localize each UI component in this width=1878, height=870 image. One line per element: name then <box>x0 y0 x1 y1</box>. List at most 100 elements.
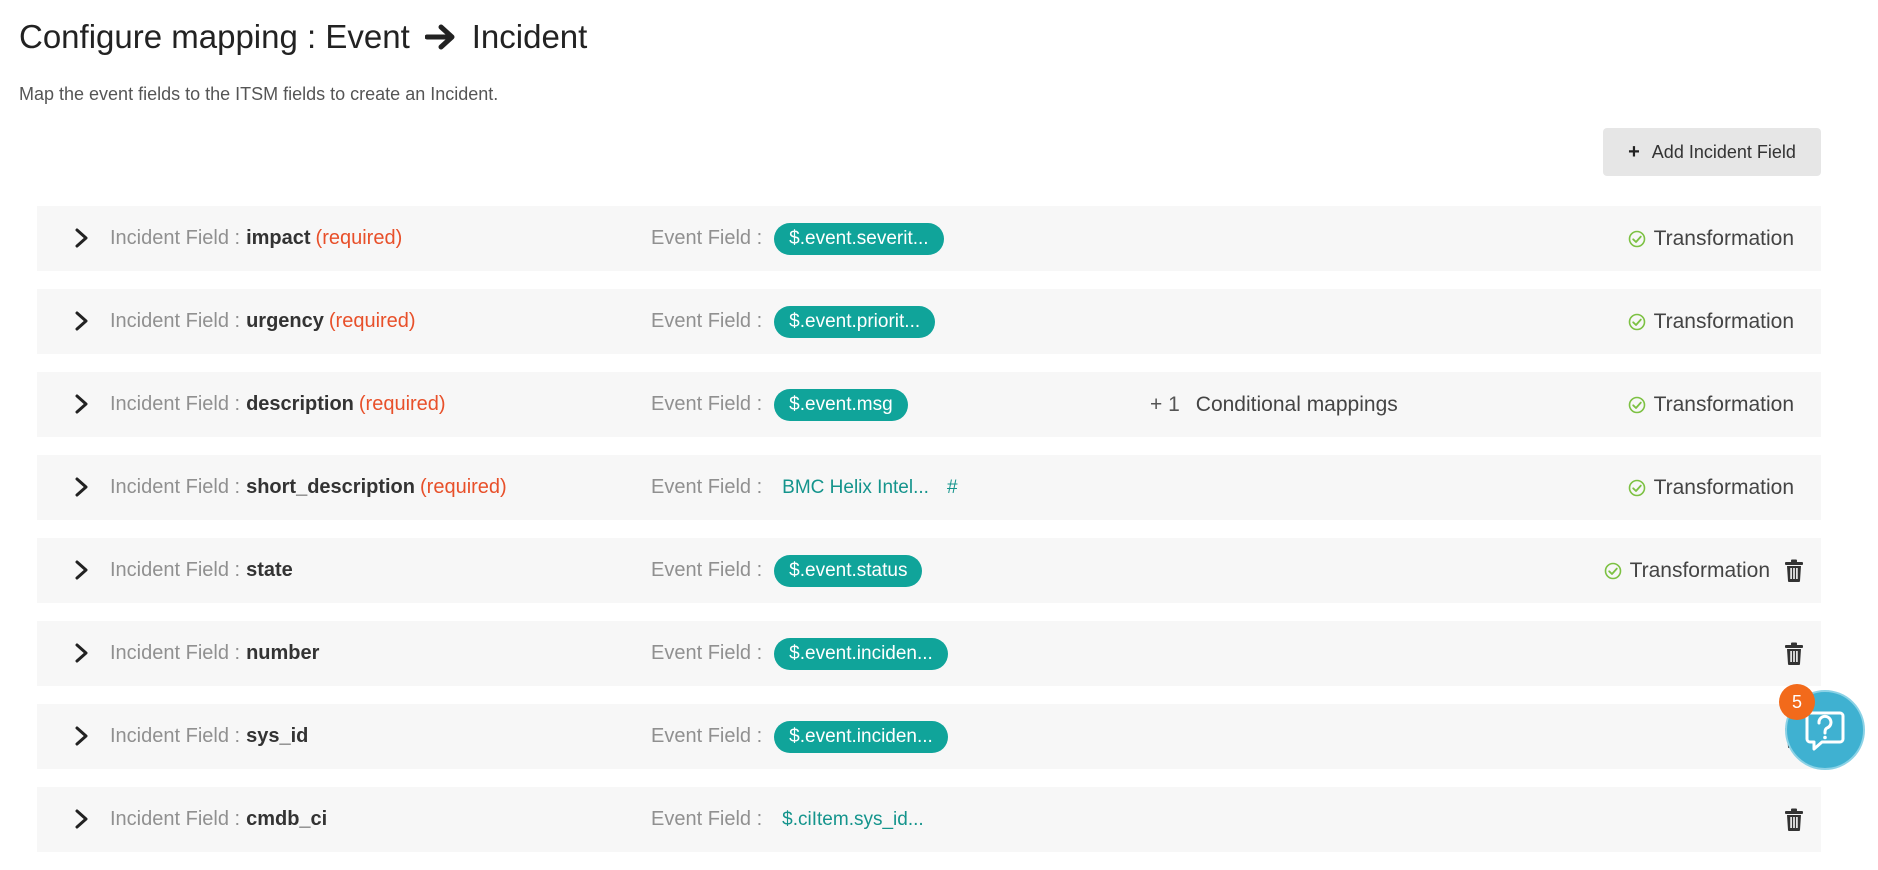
event-field-value[interactable]: BMC Helix Intel... <box>782 477 929 499</box>
incident-field-name: sys_id <box>246 725 309 747</box>
trash-icon[interactable] <box>1784 642 1804 666</box>
chevron-right-icon[interactable] <box>71 725 93 747</box>
transformation-label: Transformation <box>1653 226 1794 250</box>
check-circle-icon <box>1628 479 1645 496</box>
required-marker: (required) <box>328 310 416 332</box>
event-field-value[interactable]: $.event.inciden... <box>774 637 948 670</box>
incident-field: Incident Field : description (required) <box>110 372 446 437</box>
incident-field-label: Incident Field : <box>110 393 241 415</box>
chevron-right-icon[interactable] <box>71 476 93 498</box>
event-field: Event Field : BMC Helix Intel... # <box>651 455 958 520</box>
incident-field: Incident Field : impact (required) <box>110 206 402 271</box>
transformation-link[interactable]: Transformation <box>1628 289 1794 354</box>
transformation-label: Transformation <box>1653 475 1794 499</box>
page-title-prefix: Configure mapping : Event <box>19 18 410 55</box>
incident-field: Incident Field : short_description (requir… <box>110 455 507 520</box>
incident-field-label: Incident Field : <box>110 559 241 581</box>
event-field: Event Field : $.event.priorit... <box>651 289 936 354</box>
chevron-right-icon[interactable] <box>71 808 93 830</box>
page-title-suffix: Incident <box>471 18 588 55</box>
event-field-label: Event Field : <box>651 642 763 664</box>
transformation-label: Transformation <box>1653 309 1794 333</box>
incident-field-label: Incident Field : <box>110 476 241 498</box>
check-circle-icon <box>1604 562 1621 579</box>
notification-badge: 5 <box>1779 684 1815 720</box>
chevron-right-icon[interactable] <box>71 227 93 249</box>
incident-field-label: Incident Field : <box>110 310 241 332</box>
incident-field-name: urgency <box>246 310 324 332</box>
event-field: Event Field : $.event.severit... <box>651 206 944 271</box>
arrow-right-icon <box>422 20 460 54</box>
hash-icon[interactable]: # <box>947 477 958 499</box>
mapping-row: Incident Field : cmdb_ci Event Field : $.ci… <box>37 787 1821 852</box>
event-field-value[interactable]: $.event.msg <box>774 388 908 421</box>
event-field: Event Field : $.event.inciden... <box>651 621 948 686</box>
check-circle-icon <box>1628 230 1645 247</box>
mapping-list: Incident Field : impact (required) Event Fi… <box>37 206 1821 870</box>
event-field-label: Event Field : <box>651 725 763 747</box>
incident-field-label: Incident Field : <box>110 227 241 249</box>
mapping-row: Incident Field : urgency (required) Event F… <box>37 289 1821 354</box>
transformation-label: Transformation <box>1653 392 1794 416</box>
add-incident-field-button[interactable]: + Add Incident Field <box>1603 128 1821 176</box>
event-field-value[interactable]: $.event.inciden... <box>774 720 948 753</box>
event-field-label: Event Field : <box>651 310 763 332</box>
incident-field-label: Incident Field : <box>110 725 241 747</box>
incident-field-label: Incident Field : <box>110 808 241 830</box>
incident-field: Incident Field : cmdb_ci <box>110 787 332 852</box>
chevron-right-icon[interactable] <box>71 393 93 415</box>
incident-field-name: description <box>246 393 354 415</box>
incident-field-name: cmdb_ci <box>246 808 328 830</box>
event-field-value[interactable]: $.ciItem.sys_id... <box>782 809 924 831</box>
required-marker: (required) <box>420 476 507 498</box>
incident-field-name: impact <box>246 227 311 249</box>
page-title: Configure mapping : Event Incident <box>19 18 587 56</box>
event-field: Event Field : $.event.inciden... <box>651 704 948 769</box>
incident-field: Incident Field : state <box>110 538 298 603</box>
mapping-row: Incident Field : state Event Field : $.even… <box>37 538 1821 603</box>
mapping-row: Incident Field : short_description (requir… <box>37 455 1821 520</box>
mapping-row: Incident Field : impact (required) Event Fi… <box>37 206 1821 271</box>
incident-field-name: short_description <box>246 476 415 498</box>
incident-field: Incident Field : urgency (required) <box>110 289 416 354</box>
event-field-value[interactable]: $.event.severit... <box>774 222 944 255</box>
event-field-label: Event Field : <box>651 227 763 249</box>
add-incident-field-label: Add Incident Field <box>1651 141 1796 162</box>
mapping-row: Incident Field : description (required) Eve… <box>37 372 1821 437</box>
incident-field-name: number <box>246 642 320 664</box>
transformation-link[interactable]: Transformation <box>1604 538 1770 603</box>
mapping-row: Incident Field : number Event Field : $.eve… <box>37 621 1821 686</box>
chevron-right-icon[interactable] <box>71 642 93 664</box>
chevron-right-icon[interactable] <box>71 310 93 332</box>
conditional-mappings-link[interactable]: + 1 Conditional mappings <box>1150 372 1398 437</box>
event-field-label: Event Field : <box>651 393 763 415</box>
event-field-value[interactable]: $.event.priorit... <box>774 305 936 338</box>
required-marker: (required) <box>358 393 446 415</box>
event-field-label: Event Field : <box>651 476 763 498</box>
event-field-label: Event Field : <box>651 559 763 581</box>
event-field: Event Field : $.event.msg <box>651 372 908 437</box>
transformation-link[interactable]: Transformation <box>1628 455 1794 520</box>
transformation-link[interactable]: Transformation <box>1628 206 1794 271</box>
incident-field: Incident Field : number <box>110 621 324 686</box>
page-subtitle: Map the event fields to the ITSM fields … <box>19 84 499 104</box>
chevron-right-icon[interactable] <box>71 559 93 581</box>
incident-field: Incident Field : sys_id <box>110 704 313 769</box>
event-field: Event Field : $.event.status <box>651 538 923 603</box>
required-marker: (required) <box>315 227 403 249</box>
event-field: Event Field : $.ciItem.sys_id... <box>651 787 924 852</box>
incident-field-label: Incident Field : <box>110 642 241 664</box>
transformation-label: Transformation <box>1629 558 1770 582</box>
event-field-value[interactable]: $.event.status <box>774 554 923 587</box>
check-circle-icon <box>1628 313 1645 330</box>
incident-field-name: state <box>246 559 293 581</box>
transformation-link[interactable]: Transformation <box>1628 372 1794 437</box>
plus-icon: + <box>1628 140 1640 163</box>
trash-icon[interactable] <box>1784 559 1804 583</box>
conditional-mappings-label: Conditional mappings <box>1195 392 1398 416</box>
mapping-row: Incident Field : sys_id Event Field : $.eve… <box>37 704 1821 769</box>
event-field-label: Event Field : <box>651 808 763 830</box>
check-circle-icon <box>1628 396 1645 413</box>
conditional-count: + 1 <box>1150 392 1180 416</box>
trash-icon[interactable] <box>1784 808 1804 832</box>
